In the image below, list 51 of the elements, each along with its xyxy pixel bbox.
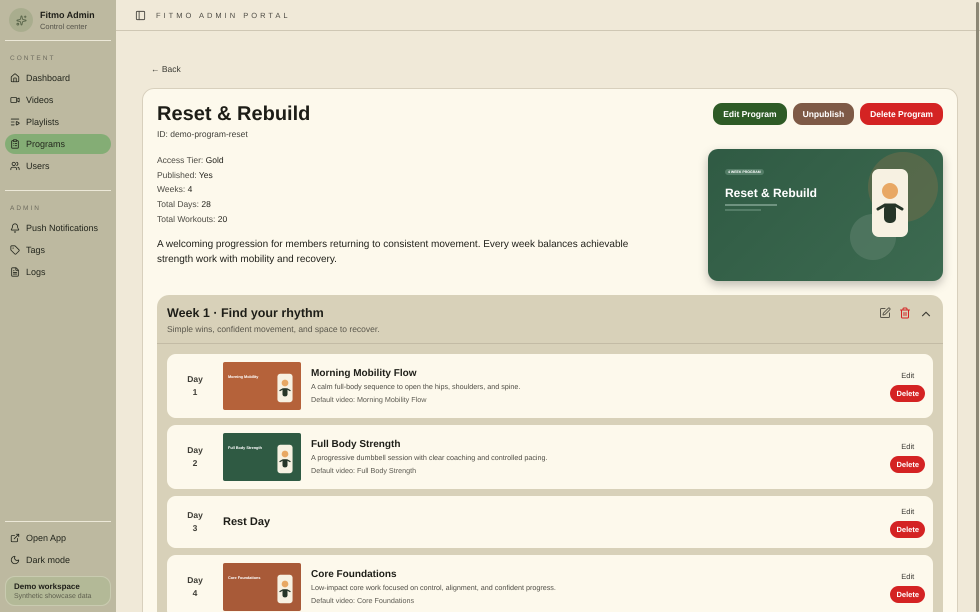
day-label: Day 2: [186, 444, 204, 470]
scrollbar[interactable]: [976, 2, 979, 612]
day-title: Morning Mobility Flow: [311, 368, 418, 379]
day-label: Day 1: [186, 373, 204, 399]
program-fact: Total Days: 28: [157, 198, 212, 212]
action-button[interactable]: Edit Program: [713, 103, 787, 125]
back-link[interactable]: ← Back: [151, 64, 181, 74]
sidebar-toggle-icon[interactable]: [135, 10, 146, 20]
trash-icon[interactable]: [899, 307, 911, 319]
document-icon: [10, 267, 20, 277]
users-icon: [10, 161, 20, 171]
sidebar-item[interactable]: Users: [5, 156, 111, 176]
house-icon: [10, 73, 20, 83]
program-fact: Access Tier: Gold: [157, 154, 225, 167]
brand-title: Fitmo Admin: [40, 10, 95, 20]
day-title: Rest Day: [223, 516, 272, 528]
clipboard-icon: [10, 139, 20, 149]
sidebar-item[interactable]: Programs: [5, 134, 111, 154]
logo-icon: [9, 8, 33, 32]
sidebar-item[interactable]: Dark mode: [5, 550, 111, 570]
external-link-icon: [10, 533, 20, 543]
action-button[interactable]: Unpublish: [792, 103, 854, 125]
sidebar-item[interactable]: Dashboard: [5, 68, 111, 88]
program-fact: Total Workouts: 20: [157, 212, 228, 226]
sidebar-item[interactable]: Open App: [5, 528, 111, 548]
sidebar-item[interactable]: Push Notifications: [5, 218, 111, 238]
sidebar-item[interactable]: Tags: [5, 240, 111, 260]
moon-icon: [10, 555, 20, 565]
list-icon: [10, 117, 20, 127]
program-title: Reset & Rebuild: [157, 103, 310, 126]
cover-title: Reset & Rebuild: [725, 186, 818, 200]
cover-lines-drawing: [725, 204, 780, 212]
workspace-title: Demo workspace: [14, 582, 81, 591]
day-label: Day 4: [186, 574, 204, 600]
program-fact: Weeks: 4: [157, 183, 194, 196]
week-subtitle: Simple wins, confident movement, and space to recover.: [167, 324, 380, 334]
day-title: Core Foundations: [311, 569, 398, 580]
video-camera-icon: [10, 95, 20, 105]
day-title: Full Body Strength: [311, 439, 402, 450]
bell-icon: [10, 223, 20, 233]
edit-icon[interactable]: [879, 307, 891, 319]
day-label: Day 3: [186, 509, 204, 535]
action-button[interactable]: Delete Program: [860, 103, 943, 125]
sidebar-item[interactable]: Playlists: [5, 112, 111, 132]
week-title: Week 1 · Find your rhythm: [167, 306, 325, 320]
sidebar-item[interactable]: Videos: [5, 90, 111, 110]
tag-icon: [10, 245, 20, 255]
program-description: A welcoming progression for members returning to consistent movement. Every week balances achievable strength work with mobility and recovery.: [157, 238, 630, 267]
sidebar-item[interactable]: Logs: [5, 262, 111, 282]
program-id: ID: demo-program-reset: [157, 129, 249, 139]
program-fact: Published: Yes: [157, 168, 214, 182]
